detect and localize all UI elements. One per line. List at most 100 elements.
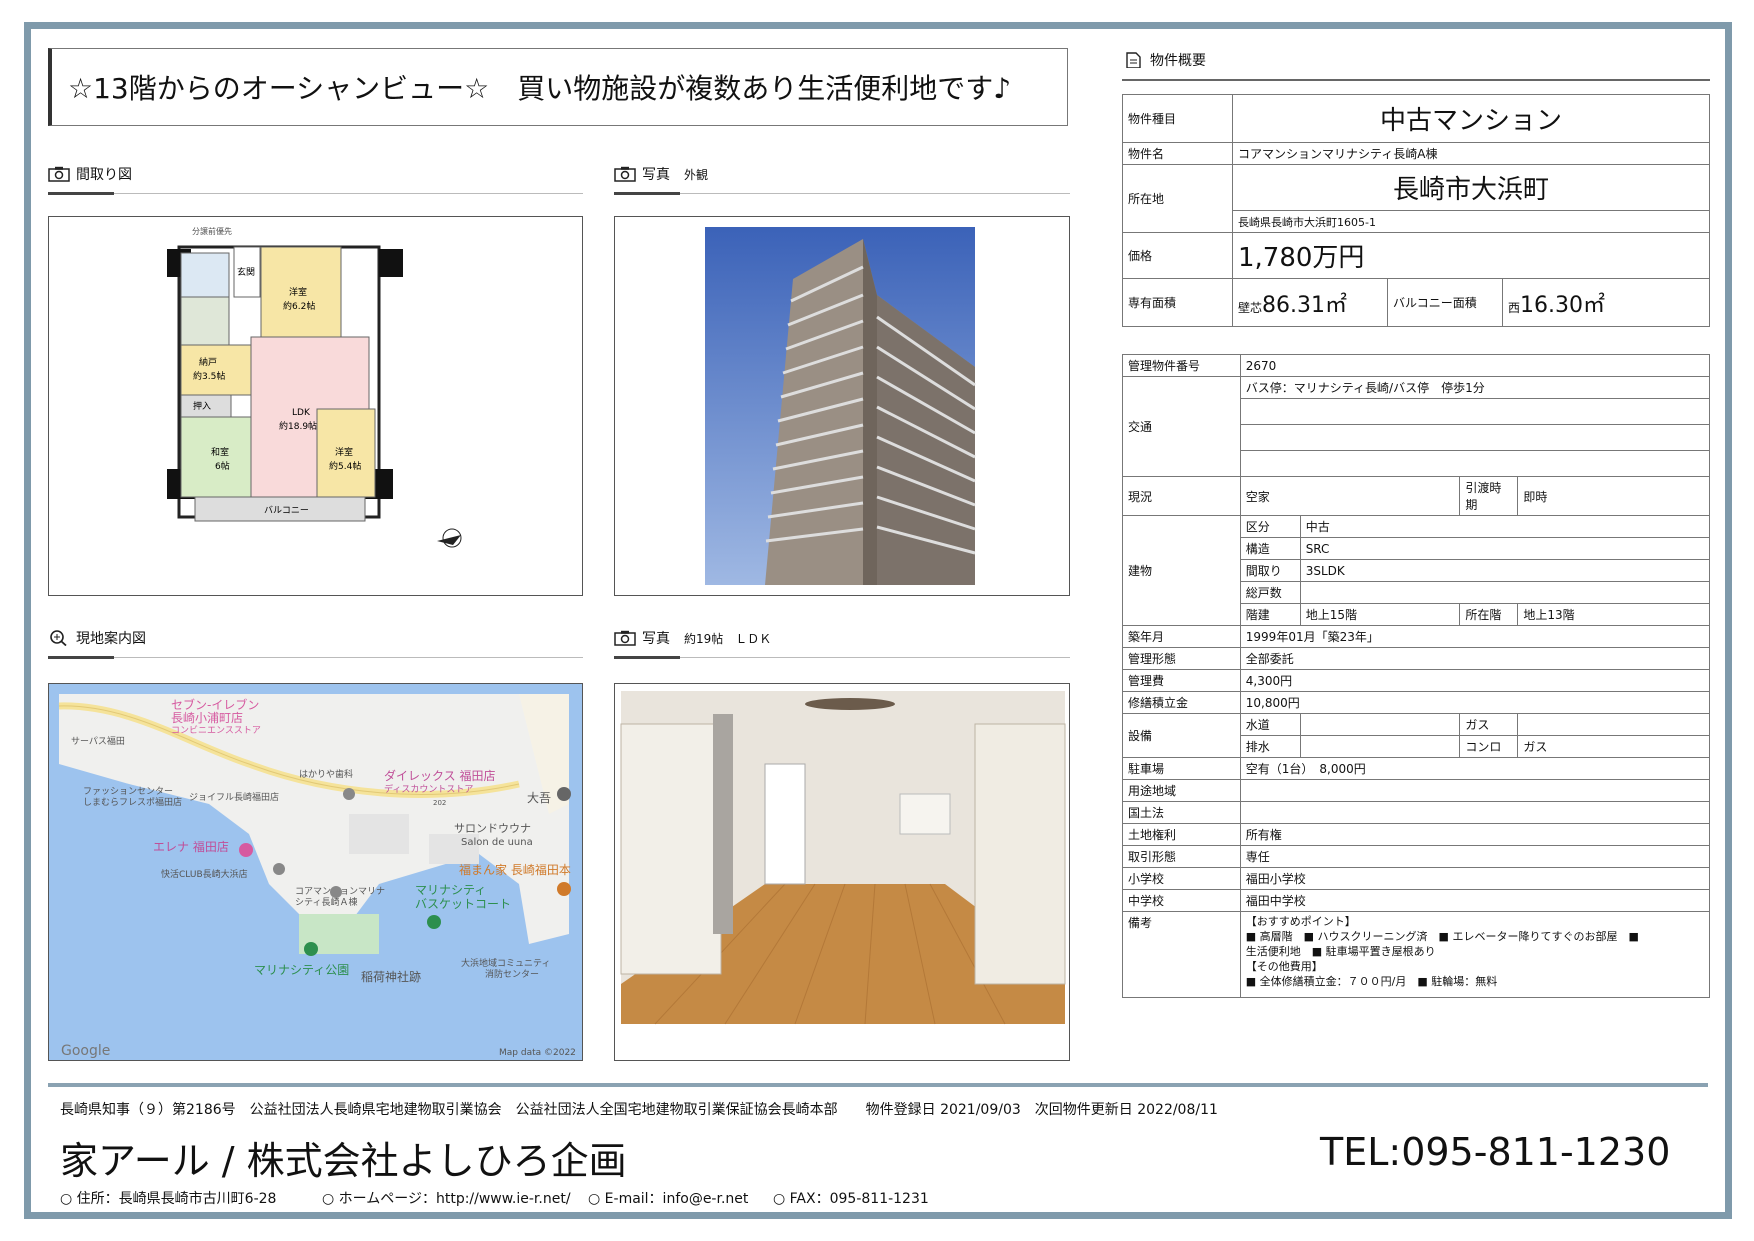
map-label: エレナ 福田店 — [153, 839, 229, 854]
fee-label: 管理費 — [1122, 669, 1241, 692]
map-heading: 現地案内図 — [48, 628, 583, 659]
map-pin-icon[interactable] — [330, 886, 342, 898]
map-label: 消防センター — [485, 968, 539, 980]
map-label: シティ長崎Ａ棟 — [295, 896, 357, 908]
zoning-label: 用途地域 — [1122, 779, 1241, 802]
map-label: 快活CLUB長崎大浜店 — [161, 868, 248, 880]
photo2-caption: 約19帖 ＬＤＫ — [684, 631, 772, 646]
camera-icon — [48, 166, 70, 182]
map-label: コンビニエンスストア — [171, 725, 261, 736]
zoning-value — [1239, 779, 1711, 802]
map-label: マリナシティ公園 — [254, 963, 349, 977]
equipment-label: 設備 — [1122, 713, 1241, 758]
map-pin-icon[interactable] — [239, 843, 253, 857]
camera-icon — [614, 630, 636, 646]
map-pin-icon[interactable] — [427, 915, 441, 929]
property-summary-table: 物件種目 中古マンション 物件名 コアマンションマリナシティ長崎A棟 所在地 長崎市大… — [1122, 94, 1710, 327]
area-label: 専有面積 — [1122, 278, 1233, 327]
landright-value: 所有権 — [1239, 823, 1711, 846]
storage-label: 納戸 — [199, 356, 217, 368]
junior-value: 福田中学校 — [1239, 889, 1711, 912]
map-label: マリナシティ — [415, 883, 486, 897]
company-name: 家アール / 株式会社よしひろ企画 — [60, 1139, 627, 1183]
phone-number[interactable]: TEL:095-811-1230 — [1320, 1130, 1670, 1174]
traffic-label: 交通 — [1122, 376, 1241, 477]
photo1-box — [614, 216, 1070, 596]
map-label: 稲荷神社跡 — [361, 969, 421, 984]
closet-label: 押入 — [193, 400, 211, 412]
west-room1-label: 洋室 — [289, 286, 307, 298]
id-label: 管理物件番号 — [1122, 354, 1241, 377]
traffic-value: バス停：マリナシティ長崎/バス停 停歩1分 — [1239, 376, 1711, 399]
map-label: ファッションセンター — [83, 786, 173, 797]
entrance-label: 玄関 — [237, 266, 255, 278]
area-map[interactable]: セブン-イレブン 長崎小浦町店 コンビニエンスストア サーパス福田 はかりや歯科… — [49, 684, 583, 1061]
property-type: 中古マンション — [1232, 94, 1710, 143]
magnifier-icon — [50, 630, 67, 646]
google-logo: Google — [61, 1043, 110, 1059]
overview-title: 物件概要 — [1150, 53, 1206, 69]
gas-value — [1517, 713, 1710, 736]
remarks-line: 生活便利地 ■ 駐車場平置き屋根あり — [1245, 945, 1436, 958]
building-exterior-photo — [705, 227, 976, 585]
map-label: 大浜地域コミュニティ — [461, 957, 550, 969]
floorplan-box: 分譲前優先 玄関 洋室 約6.2帖 納戸 約3.5帖 押入 LDK 約18.9帖… — [48, 216, 583, 596]
property-name: コアマンションマリナシティ長崎A棟 — [1232, 142, 1710, 165]
ldk-size: 約18.9帖 — [279, 420, 317, 432]
floorplan-heading: 間取り図 — [48, 164, 583, 195]
west-room1-size: 約6.2帖 — [283, 300, 315, 312]
map-pin-icon[interactable] — [273, 863, 285, 875]
name-label: 物件名 — [1122, 142, 1233, 165]
area-value: 86.31㎡ — [1262, 292, 1347, 318]
mgmt-label: 管理形態 — [1122, 647, 1241, 670]
property-details-table: 管理物件番号 2670 交通 バス停：マリナシティ長崎/バス停 停歩1分 現況 空家引… — [1122, 354, 1711, 998]
location-label: 所在地 — [1122, 164, 1233, 233]
structure-label: 構造 — [1239, 537, 1301, 560]
map-label: ダイレックス 福田店 — [384, 768, 495, 783]
fee-value: 4,300円 — [1239, 669, 1711, 692]
parking-label: 駐車場 — [1122, 757, 1241, 780]
floor-value: 地上13階 — [1517, 603, 1710, 626]
photo2-title: 写真 — [642, 631, 670, 647]
parking-value: 空有（1台） 8,000円 — [1239, 757, 1711, 780]
washitsu-label: 和室 — [211, 446, 229, 458]
address-text: ○ 住所：長崎県長崎市古川町6-28 — [60, 1191, 277, 1207]
map-label: ジョイフル長崎福田店 — [189, 791, 279, 803]
map-box[interactable]: セブン-イレブン 長崎小浦町店 コンビニエンスストア サーパス福田 はかりや歯科… — [48, 683, 583, 1061]
ldk-label: LDK — [292, 408, 311, 418]
building-label: 建物 — [1122, 515, 1241, 626]
built-label: 築年月 — [1122, 625, 1241, 648]
headline-banner: ☆13階からのオーシャンビュー☆ 買い物施設が複数あり生活便利地です♪ — [48, 48, 1068, 126]
map-pin-icon[interactable] — [304, 942, 318, 956]
built-value: 1999年01月「築23年」 — [1239, 625, 1711, 648]
map-label: サーパス福田 — [71, 735, 125, 747]
homepage-link[interactable]: ○ ホームページ：http://www.ie-r.net/ — [322, 1188, 571, 1208]
remarks-line: 【その他費用】 — [1245, 960, 1323, 973]
stove-label: コンロ — [1459, 735, 1519, 758]
road-number: 202 — [433, 799, 446, 807]
balcony-prefix: 西 — [1508, 300, 1521, 315]
repair-label: 修繕積立金 — [1122, 691, 1241, 714]
photo2-heading: 写真 約19帖 ＬＤＫ — [614, 628, 1070, 659]
map-pin-icon[interactable] — [343, 788, 355, 800]
mgmt-value: 全部委託 — [1239, 647, 1711, 670]
floor-label: 所在階 — [1459, 603, 1519, 626]
map-label: しまむらフレスポ福田店 — [83, 796, 182, 808]
floorplan-drawing: 分譲前優先 玄関 洋室 約6.2帖 納戸 約3.5帖 押入 LDK 約18.9帖… — [167, 226, 462, 548]
map-pin-icon[interactable] — [557, 882, 571, 896]
water-value — [1299, 713, 1461, 736]
remarks-label: 備考 — [1122, 911, 1241, 998]
location-city: 長崎市大浜町 — [1232, 164, 1710, 211]
ldk-interior-photo — [620, 691, 1066, 1025]
map-label: 長崎小浦町店 — [171, 711, 243, 725]
drain-value — [1299, 735, 1461, 758]
landlaw-value — [1239, 801, 1711, 824]
headline: ☆13階からのオーシャンビュー☆ 買い物施設が複数あり生活便利地です♪ — [68, 72, 1012, 105]
balcony-label: バルコニー — [264, 505, 309, 516]
landlaw-label: 国土法 — [1122, 801, 1241, 824]
west-room2-label: 洋室 — [335, 446, 353, 458]
map-pin-icon[interactable] — [557, 787, 571, 801]
deal-label: 取引形態 — [1122, 845, 1241, 868]
elementary-value: 福田小学校 — [1239, 867, 1711, 890]
email-link[interactable]: ○ E-mail：info@e-r.net — [588, 1188, 748, 1208]
